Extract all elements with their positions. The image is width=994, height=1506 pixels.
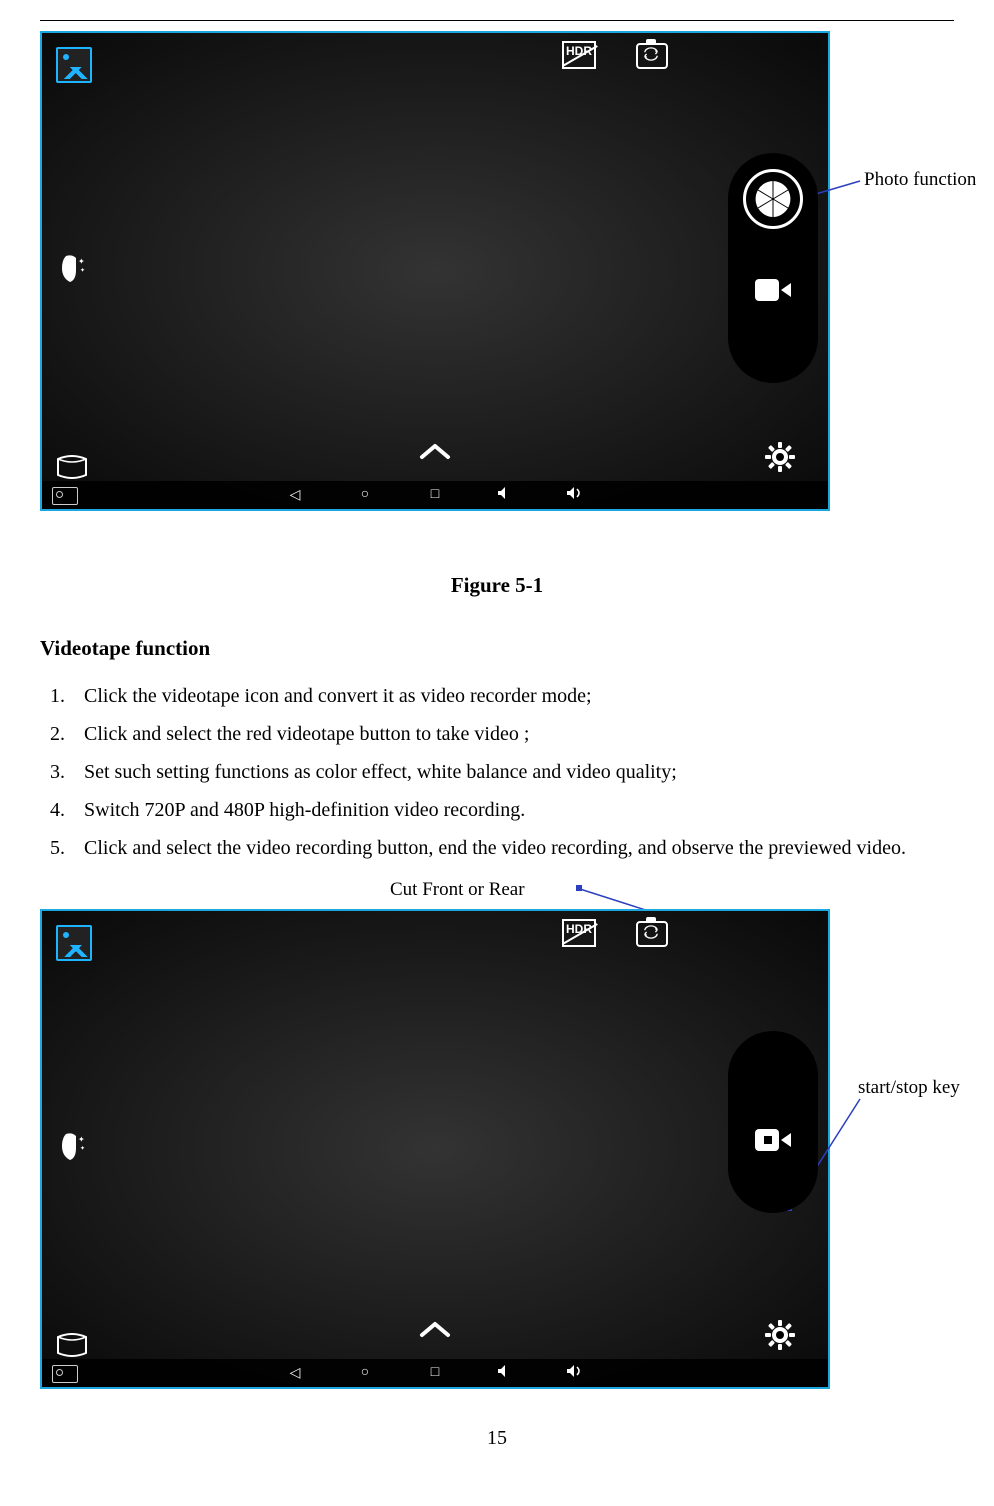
panorama-icon[interactable] bbox=[56, 1333, 88, 1357]
svg-text:✦: ✦ bbox=[78, 257, 85, 266]
top-rule bbox=[40, 20, 954, 21]
nav-back-icon[interactable]: ◁ bbox=[286, 1365, 304, 1382]
svg-text:✦: ✦ bbox=[80, 267, 85, 274]
mode-switcher bbox=[728, 153, 818, 383]
svg-text:✦: ✦ bbox=[80, 1145, 85, 1152]
figure-1-wrap: HDR ✦✦ bbox=[40, 31, 954, 551]
nav-screenshot-icon[interactable] bbox=[52, 487, 78, 505]
step-1: Click the videotape icon and convert it … bbox=[70, 677, 954, 715]
system-navbar: ◁ ○ □ bbox=[42, 481, 828, 509]
nav-back-icon[interactable]: ◁ bbox=[286, 487, 304, 504]
viewfinder-2 bbox=[50, 919, 820, 1379]
svg-text:✦: ✦ bbox=[78, 1135, 85, 1144]
settings-icon[interactable] bbox=[764, 441, 796, 473]
switch-camera-icon[interactable] bbox=[636, 921, 668, 947]
hdr-off-icon[interactable]: HDR bbox=[562, 43, 596, 69]
camera-app-screenshot-1: HDR ✦✦ bbox=[40, 31, 830, 511]
step-2: Click and select the red videotape butto… bbox=[70, 715, 954, 753]
video-start-stop-button[interactable] bbox=[755, 1127, 791, 1153]
nav-vol-down-icon[interactable] bbox=[496, 1364, 514, 1383]
document-page: HDR ✦✦ bbox=[0, 0, 994, 1480]
chevron-up-icon[interactable] bbox=[418, 1315, 452, 1347]
face-beauty-icon[interactable]: ✦✦ bbox=[56, 1130, 86, 1164]
switch-camera-icon[interactable] bbox=[636, 43, 668, 69]
nav-home-icon[interactable]: ○ bbox=[356, 1365, 374, 1381]
nav-recent-icon[interactable]: □ bbox=[426, 1365, 444, 1381]
nav-recent-icon[interactable]: □ bbox=[426, 487, 444, 503]
settings-icon[interactable] bbox=[764, 1319, 796, 1351]
system-navbar: ◁ ○ □ bbox=[42, 1359, 828, 1387]
gallery-thumbnail-icon[interactable] bbox=[56, 47, 92, 83]
section-title: Videotape function bbox=[40, 636, 954, 661]
figure-1-caption: Figure 5-1 bbox=[40, 573, 954, 598]
nav-vol-up-icon[interactable] bbox=[566, 486, 584, 505]
gallery-thumbnail-icon[interactable] bbox=[56, 925, 92, 961]
page-number: 15 bbox=[40, 1427, 954, 1450]
step-5: Click and select the video recording but… bbox=[70, 829, 954, 867]
cut-label-row: Cut Front or Rear bbox=[40, 879, 954, 913]
photo-shutter-button[interactable] bbox=[743, 169, 803, 229]
nav-home-icon[interactable]: ○ bbox=[356, 487, 374, 503]
chevron-up-icon[interactable] bbox=[418, 437, 452, 469]
face-beauty-icon[interactable]: ✦✦ bbox=[56, 252, 86, 286]
annotation-cut-front-rear: Cut Front or Rear bbox=[390, 879, 525, 901]
panorama-icon[interactable] bbox=[56, 455, 88, 479]
annotation-photo-function: Photo function bbox=[864, 169, 976, 191]
step-4: Switch 720P and 480P high-definition vid… bbox=[70, 791, 954, 829]
nav-vol-down-icon[interactable] bbox=[496, 486, 514, 505]
figure-2-wrap: HDR ✦✦ bbox=[40, 909, 954, 1399]
mode-switcher bbox=[728, 1031, 818, 1213]
nav-screenshot-icon[interactable] bbox=[52, 1365, 78, 1383]
annotation-start-stop: start/stop key bbox=[858, 1077, 960, 1099]
camera-app-screenshot-2: HDR ✦✦ bbox=[40, 909, 830, 1389]
nav-vol-up-icon[interactable] bbox=[566, 1364, 584, 1383]
hdr-off-icon[interactable]: HDR bbox=[562, 921, 596, 947]
step-3: Set such setting functions as color effe… bbox=[70, 753, 954, 791]
steps-list: Click the videotape icon and convert it … bbox=[40, 677, 954, 867]
viewfinder bbox=[50, 41, 820, 501]
video-mode-button[interactable] bbox=[755, 277, 791, 303]
